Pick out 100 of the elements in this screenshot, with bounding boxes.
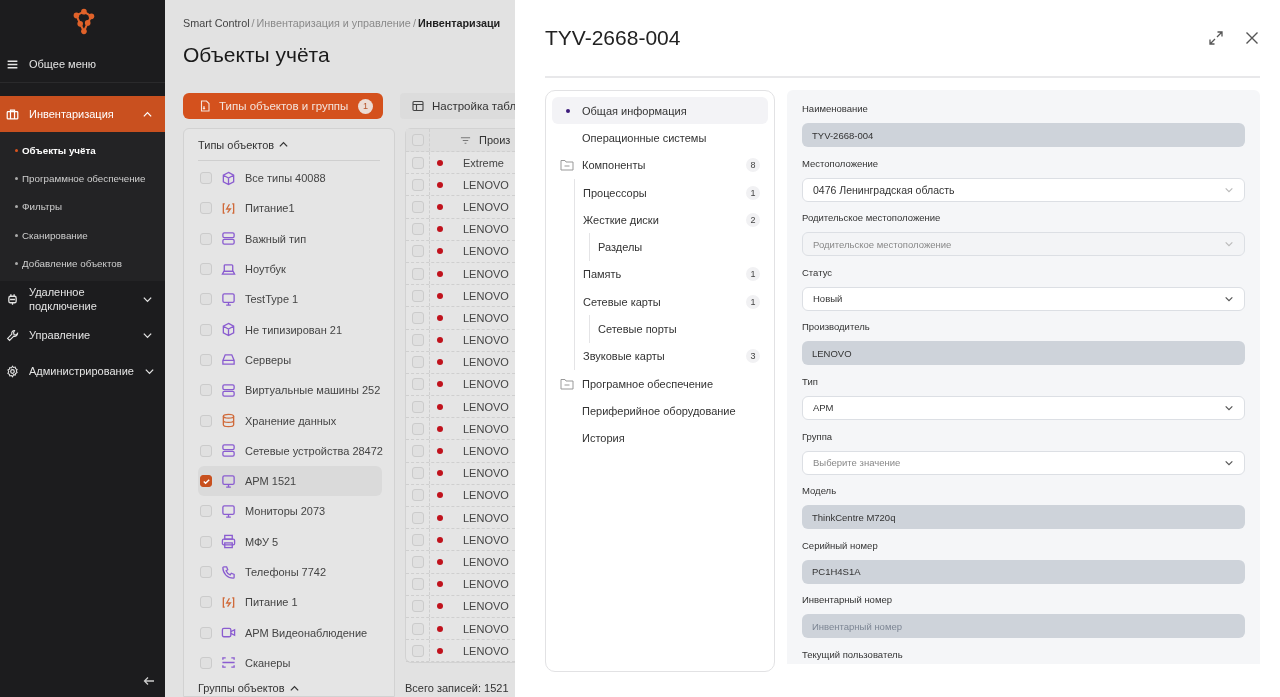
nav-item[interactable]: Жесткие диски 2	[575, 206, 768, 234]
table-settings-button[interactable]: Настройка табл	[400, 93, 515, 119]
checkbox[interactable]	[200, 202, 212, 215]
nav-item[interactable]: Сетевые порты	[590, 315, 768, 343]
checkbox[interactable]	[200, 505, 212, 518]
checkbox[interactable]	[200, 656, 212, 669]
checkbox[interactable]	[200, 444, 212, 457]
nav-item[interactable]: История	[552, 424, 768, 452]
type-label[interactable]: Не типизирован 21	[245, 323, 343, 336]
sidebar-item[interactable]: Удаленное подключение	[0, 281, 165, 318]
checkbox[interactable]	[411, 245, 424, 258]
type-label[interactable]: Хранение данных	[245, 414, 337, 427]
dropdown-field[interactable]: Новый	[802, 286, 1245, 311]
checkbox[interactable]	[200, 596, 212, 609]
checkbox[interactable]	[411, 467, 424, 480]
submenu-item[interactable]: Добавление объектов	[0, 249, 165, 278]
checkbox[interactable]	[200, 172, 212, 185]
checkbox[interactable]	[411, 400, 424, 413]
checkbox[interactable]	[200, 323, 212, 336]
text-field[interactable]: ThinkCentre M720q	[802, 505, 1245, 530]
nav-item[interactable]: Разделы	[590, 233, 768, 261]
checkbox[interactable]	[411, 267, 424, 280]
checkbox[interactable]	[411, 156, 424, 169]
dropdown-field[interactable]: АРМ	[802, 395, 1245, 420]
nav-item[interactable]: Память 1	[575, 260, 768, 289]
checkbox[interactable]	[411, 578, 424, 591]
checkbox[interactable]	[411, 422, 424, 435]
nav-item[interactable]: Периферийное оборудование	[552, 397, 768, 425]
checkbox[interactable]	[200, 384, 212, 397]
checkbox[interactable]	[411, 600, 424, 613]
type-label[interactable]: Сканеры	[245, 656, 291, 669]
folder-icon[interactable]	[560, 377, 574, 390]
collapse-icon[interactable]	[143, 675, 155, 687]
submenu-item[interactable]: Объекты учёта	[0, 136, 165, 165]
submenu-item[interactable]: Программное обеспечение	[0, 164, 165, 193]
column-header[interactable]: Произ	[479, 134, 511, 146]
type-label[interactable]: Ноутбук	[245, 263, 286, 276]
nav-item[interactable]: Компоненты 8	[552, 151, 768, 179]
nav-item[interactable]: Звуковые карты 3	[575, 342, 768, 370]
type-label[interactable]: МФУ 5	[245, 535, 279, 548]
folder-icon[interactable]	[560, 159, 574, 172]
nav-item[interactable]: Сетевые карты 1	[575, 288, 768, 316]
type-label[interactable]: Мониторы 2073	[245, 505, 326, 518]
monitor-icon	[221, 291, 236, 307]
type-label[interactable]: Все типы 40088	[245, 172, 326, 185]
checkbox[interactable]	[200, 626, 212, 639]
type-label[interactable]: Питание1	[245, 202, 295, 215]
checkbox[interactable]	[411, 311, 424, 324]
type-label[interactable]: АРМ Видеонаблюдение	[245, 626, 368, 639]
types-groups-button[interactable]: Типы объектов и группы 1	[183, 93, 383, 119]
checkbox[interactable]	[411, 356, 424, 369]
checkbox[interactable]	[411, 289, 424, 302]
text-field[interactable]: PC1H4S1A	[802, 559, 1245, 584]
checkbox[interactable]	[200, 535, 212, 548]
breadcrumb-link[interactable]: Smart Control	[183, 17, 250, 29]
nav-item[interactable]: Програмное обеспечение	[552, 369, 768, 398]
type-label[interactable]: Сетевые устройства 28472	[245, 444, 383, 457]
dropdown-field[interactable]: Выберите значение	[802, 450, 1245, 475]
checkbox[interactable]	[200, 293, 212, 306]
checkbox[interactable]	[200, 475, 212, 488]
nav-item[interactable]: Процессоры 1	[575, 178, 768, 207]
text-field[interactable]: TYV-2668-004	[802, 123, 1245, 147]
checkbox[interactable]	[411, 223, 424, 236]
text-field[interactable]: LENOVO	[802, 341, 1245, 366]
checkbox[interactable]	[411, 555, 424, 568]
submenu-item[interactable]: Сканирование	[0, 220, 165, 250]
dropdown-field[interactable]: 0476 Ленинградская область	[802, 177, 1245, 202]
checkbox[interactable]	[200, 566, 212, 578]
close-icon[interactable]	[1244, 30, 1260, 46]
checkbox[interactable]	[411, 511, 424, 524]
checkbox[interactable]	[411, 178, 424, 191]
checkbox[interactable]	[411, 489, 424, 502]
sidebar-item[interactable]: Управление	[0, 317, 165, 354]
text-field[interactable]: Инвентарный номер	[802, 614, 1245, 639]
filter-icon[interactable]	[460, 134, 471, 146]
checkbox[interactable]	[411, 200, 424, 213]
checkbox[interactable]	[200, 263, 212, 276]
checkbox[interactable]	[411, 445, 424, 458]
nav-item[interactable]: Общая информация	[552, 97, 768, 125]
checkbox[interactable]	[200, 414, 212, 427]
submenu-item[interactable]: Фильтры	[0, 192, 165, 221]
expand-icon[interactable]	[1208, 30, 1224, 46]
type-label[interactable]: Телефоны 7742	[245, 566, 327, 578]
sidebar-item[interactable]: Инвентаризация	[0, 96, 165, 132]
type-label[interactable]: Виртуальные машины 252	[245, 384, 381, 397]
sidebar-item[interactable]: Администрирование	[0, 353, 165, 390]
type-label[interactable]: Важный тип	[245, 232, 307, 245]
type-label[interactable]: TestType 1	[245, 293, 299, 306]
nav-item[interactable]: Операционные системы	[552, 124, 768, 152]
type-label[interactable]: Питание 1	[245, 596, 298, 609]
type-label[interactable]: Серверы	[245, 353, 292, 366]
type-label[interactable]: АРМ 1521	[245, 475, 297, 488]
checkbox[interactable]	[411, 622, 424, 635]
checkbox[interactable]	[200, 232, 212, 245]
checkbox[interactable]	[411, 644, 424, 657]
checkbox[interactable]	[200, 353, 212, 366]
checkbox[interactable]	[411, 334, 424, 347]
checkbox[interactable]	[411, 378, 424, 391]
checkbox[interactable]	[411, 533, 424, 546]
table-cell: LENOVO	[463, 467, 509, 480]
